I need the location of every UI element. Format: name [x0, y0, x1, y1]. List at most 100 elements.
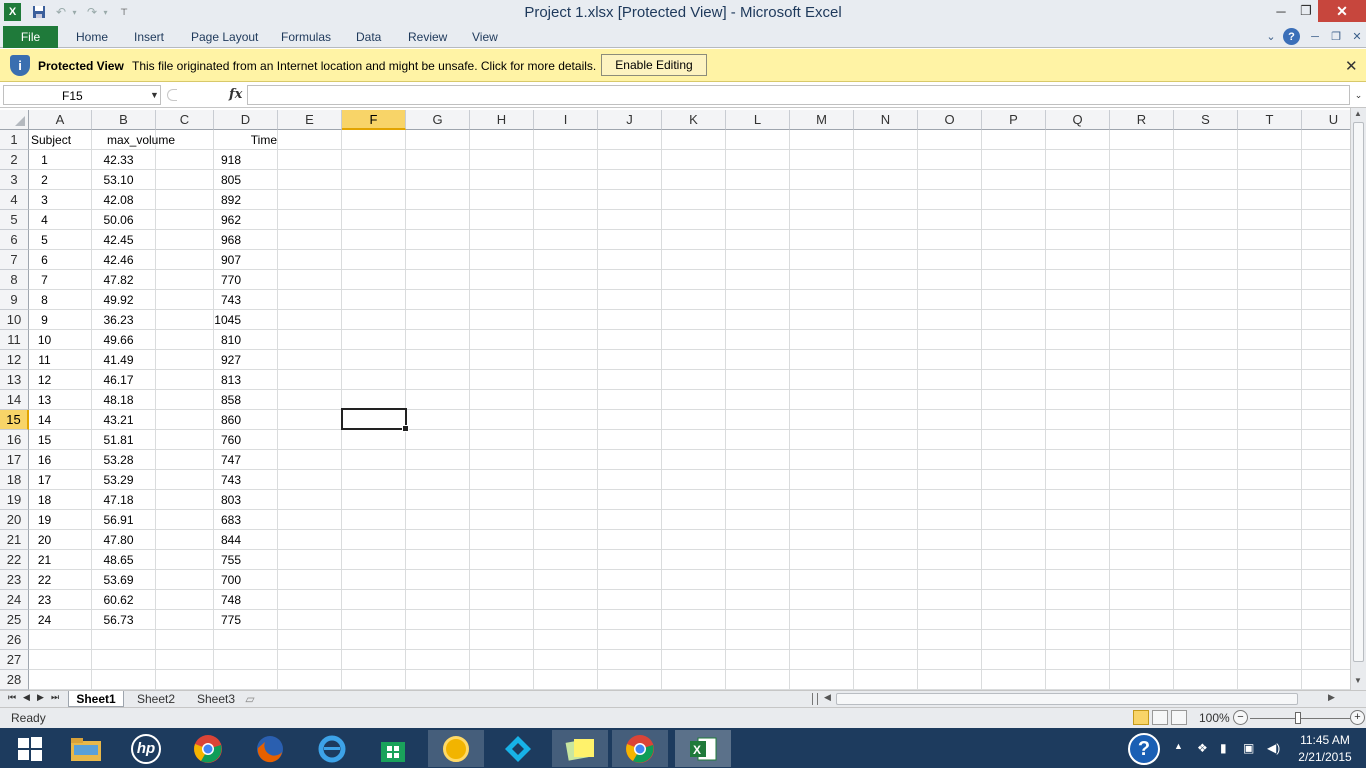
last-sheet-icon[interactable]: ⏭	[51, 692, 59, 703]
column-header-k[interactable]: K	[662, 110, 726, 130]
cell-d2[interactable]: 918	[214, 150, 241, 170]
minimize-ribbon-icon[interactable]: ⌄	[1262, 28, 1280, 45]
volume-tray-icon[interactable]: ◀)	[1267, 741, 1280, 755]
cell-a18[interactable]: 17	[29, 470, 60, 490]
page-break-view-button[interactable]	[1171, 710, 1187, 725]
zoom-level[interactable]: 100%	[1199, 711, 1230, 725]
cell-d3[interactable]: 805	[214, 170, 241, 190]
next-sheet-icon[interactable]: ▶	[37, 692, 44, 703]
firefox-icon[interactable]	[242, 730, 298, 767]
row-header-5[interactable]: 5	[0, 210, 29, 230]
cell-b16[interactable]: 51.81	[92, 430, 145, 450]
doc-restore-icon[interactable]: ❐	[1327, 28, 1345, 45]
row-header-18[interactable]: 18	[0, 470, 29, 490]
cell-a7[interactable]: 6	[29, 250, 60, 270]
chrome-icon[interactable]	[180, 730, 236, 767]
vertical-scroll-thumb[interactable]	[1353, 122, 1364, 662]
clock-date[interactable]: 2/21/2015	[1290, 750, 1360, 764]
cell-b6[interactable]: 42.45	[92, 230, 145, 250]
cell-a22[interactable]: 21	[29, 550, 60, 570]
show-hidden-icons[interactable]: ▲	[1174, 741, 1183, 751]
insert-function-icon[interactable]: fx	[229, 87, 242, 102]
cell-d22[interactable]: 755	[214, 550, 241, 570]
cell-a25[interactable]: 24	[29, 610, 60, 630]
cell-d20[interactable]: 683	[214, 510, 241, 530]
column-header-t[interactable]: T	[1238, 110, 1302, 130]
worksheet-grid[interactable]: ABCDEFGHIJKLMNOPQRSTU 1 2 3 4 5 6 7 8 9 10 11 12 13 1…	[0, 110, 1350, 690]
column-header-d[interactable]: D	[214, 110, 278, 130]
hp-icon[interactable]: hp	[118, 730, 174, 767]
help-icon[interactable]: ?	[1283, 28, 1300, 45]
cell-a23[interactable]: 22	[29, 570, 60, 590]
scroll-down-icon[interactable]: ▼	[1354, 676, 1362, 685]
tab-view[interactable]: View	[472, 30, 498, 44]
cell-b24[interactable]: 60.62	[92, 590, 145, 610]
cell-d7[interactable]: 907	[214, 250, 241, 270]
cell-b14[interactable]: 48.18	[92, 390, 145, 410]
cell-a3[interactable]: 2	[29, 170, 60, 190]
cell-d24[interactable]: 748	[214, 590, 241, 610]
cell-d17[interactable]: 747	[214, 450, 241, 470]
cell-a9[interactable]: 8	[29, 290, 60, 310]
row-header-17[interactable]: 17	[0, 450, 29, 470]
row-header-20[interactable]: 20	[0, 510, 29, 530]
cell-b25[interactable]: 56.73	[92, 610, 145, 630]
column-header-f[interactable]: F	[342, 110, 406, 130]
cell-d6[interactable]: 968	[214, 230, 241, 250]
column-header-h[interactable]: H	[470, 110, 534, 130]
cell-b1[interactable]: max_volume	[107, 130, 197, 150]
row-header-11[interactable]: 11	[0, 330, 29, 350]
page-layout-view-button[interactable]	[1152, 710, 1168, 725]
row-header-21[interactable]: 21	[0, 530, 29, 550]
zoom-in-button[interactable]: +	[1350, 710, 1365, 725]
row-header-7[interactable]: 7	[0, 250, 29, 270]
cell-b23[interactable]: 53.69	[92, 570, 145, 590]
cell-b17[interactable]: 53.28	[92, 450, 145, 470]
cell-b3[interactable]: 53.10	[92, 170, 145, 190]
file-tab[interactable]: File	[3, 26, 58, 48]
cell-d25[interactable]: 775	[214, 610, 241, 630]
sheet-tab-3[interactable]: Sheet3	[190, 691, 242, 707]
row-header-24[interactable]: 24	[0, 590, 29, 610]
start-button[interactable]	[2, 730, 58, 767]
row-header-3[interactable]: 3	[0, 170, 29, 190]
cell-d12[interactable]: 927	[214, 350, 241, 370]
doc-close-icon[interactable]: ✕	[1348, 28, 1366, 45]
tab-home[interactable]: Home	[76, 30, 108, 44]
row-header-27[interactable]: 27	[0, 650, 29, 670]
zoom-slider-thumb[interactable]	[1295, 712, 1301, 724]
row-header-16[interactable]: 16	[0, 430, 29, 450]
cell-d4[interactable]: 892	[214, 190, 241, 210]
column-header-a[interactable]: A	[29, 110, 92, 130]
cell-b15[interactable]: 43.21	[92, 410, 145, 430]
column-header-e[interactable]: E	[278, 110, 342, 130]
doc-minimize-icon[interactable]: ─	[1306, 28, 1324, 45]
active-cell-f15[interactable]	[341, 408, 409, 432]
horizontal-scroll-thumb[interactable]	[836, 693, 1298, 705]
cell-d10[interactable]: 1045	[214, 310, 241, 330]
cell-b11[interactable]: 49.66	[92, 330, 145, 350]
column-header-m[interactable]: M	[790, 110, 854, 130]
row-header-28[interactable]: 28	[0, 670, 29, 690]
ie-icon[interactable]	[304, 730, 360, 767]
row-header-22[interactable]: 22	[0, 550, 29, 570]
cell-b9[interactable]: 49.92	[92, 290, 145, 310]
excel-window-icon[interactable]: X	[675, 730, 731, 767]
clock-time[interactable]: 11:45 AM	[1290, 733, 1360, 747]
cell-d15[interactable]: 860	[214, 410, 241, 430]
column-header-c[interactable]: C	[156, 110, 214, 130]
cell-a12[interactable]: 11	[29, 350, 60, 370]
cell-d23[interactable]: 700	[214, 570, 241, 590]
row-header-19[interactable]: 19	[0, 490, 29, 510]
power-tray-icon[interactable]: ▮	[1220, 741, 1227, 755]
sticky-notes-icon[interactable]	[552, 730, 608, 767]
column-header-n[interactable]: N	[854, 110, 918, 130]
row-header-25[interactable]: 25	[0, 610, 29, 630]
row-header-4[interactable]: 4	[0, 190, 29, 210]
cell-a24[interactable]: 23	[29, 590, 60, 610]
cell-b21[interactable]: 47.80	[92, 530, 145, 550]
column-header-g[interactable]: G	[406, 110, 470, 130]
cell-b7[interactable]: 42.46	[92, 250, 145, 270]
horizontal-scrollbar[interactable]: ◀ ▶	[822, 692, 1342, 706]
kodi-icon[interactable]	[490, 730, 546, 767]
